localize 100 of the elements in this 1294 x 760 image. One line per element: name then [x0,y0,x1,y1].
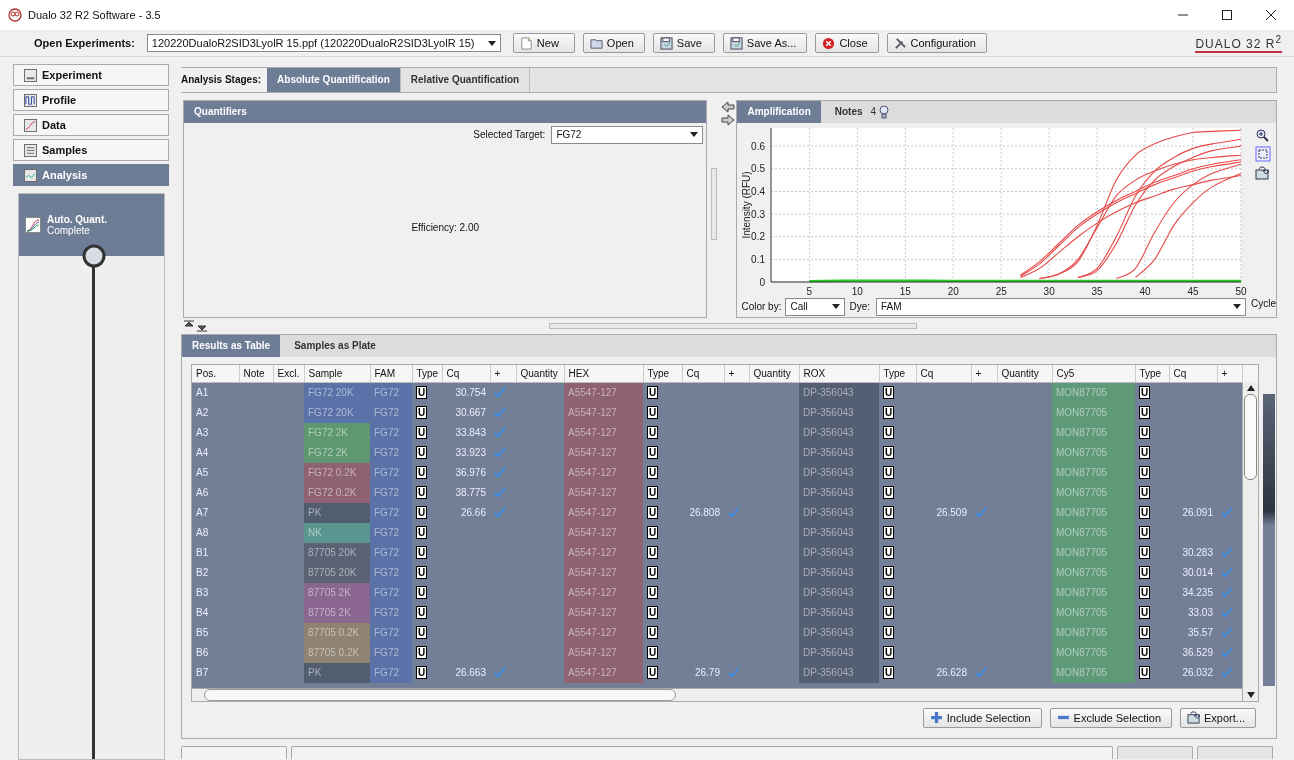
table-cell: FG72 [370,382,412,403]
table-cell: DP-356043 [799,542,879,563]
table-cell: MON87705 [1052,462,1135,483]
type-badge: U [647,426,659,440]
table-cell: A5547-127 [564,542,643,563]
type-badge: U [883,666,895,680]
table-cell: FG72 [370,462,412,483]
type-badge: U [1139,626,1151,640]
table-cell: 26.808 [689,507,720,519]
type-badge: U [647,566,659,580]
table-cell: DP-356043 [799,442,879,463]
table-cell: DP-356043 [799,642,879,663]
table-cell: DP-356043 [799,502,879,523]
type-badge: U [647,446,659,460]
type-badge: U [416,646,428,660]
stage-title: Auto. Quant. [47,214,107,225]
type-badge: U [1139,646,1151,660]
type-badge: U [883,646,895,660]
table-cell: FG72 20K [304,382,370,403]
table-cell: 34.235 [1182,587,1213,599]
axis-tick-label: 35 [1092,285,1104,297]
type-badge: U [883,626,895,640]
efficiency-text: Efficiency: 2.00 [411,221,479,233]
type-badge: U [416,486,428,500]
open-experiments-label: Open Experiments: [34,37,135,49]
type-badge: U [883,406,895,420]
analysis-stages-label: Analysis Stages: [181,68,268,92]
table-cell: 30.754 [455,387,486,399]
type-badge: U [416,506,428,520]
axis-tick-label: 0.5 [751,163,766,175]
table-cell: FG72 [370,602,412,623]
table-cell: MON87705 [1052,602,1135,623]
axis-tick-label: 20 [948,285,960,297]
table-cell-text: A2 [195,406,210,421]
table-cell: FG72 2K [304,442,370,463]
type-badge: U [1139,586,1151,600]
table-cell: 36.529 [1182,647,1213,659]
axis-tick-label: 5 [807,285,813,297]
table-cell: 87705 2K [304,602,370,623]
table-cell: A5547-127 [564,402,643,423]
table-cell: MON87705 [1052,582,1135,603]
type-badge: U [883,466,895,480]
type-badge: U [647,546,659,560]
table-cell-text: A5 [195,466,210,481]
type-badge: U [416,606,428,620]
table-cell: MON87705 [1052,402,1135,423]
table-cell: 33.923 [455,447,486,459]
table-cell: DP-356043 [799,402,879,423]
axis-tick-label: 45 [1187,285,1200,297]
table-cell: 30.014 [1182,567,1213,579]
axis-tick-label: 25 [996,285,1008,297]
type-badge: U [883,606,895,620]
axis-tick-label: 0.6 [751,140,766,152]
table-cell: A5547-127 [564,642,643,663]
table-cell: NK [304,522,370,543]
table-cell: 87705 20K [304,562,370,583]
type-badge: U [883,446,895,460]
table-cell: A5547-127 [564,422,643,443]
table-cell: A1 [192,382,239,403]
table-cell: DP-356043 [799,482,879,503]
logo: DUALO 32 R$^{2}$ [1195,33,1282,53]
type-badge: U [1139,426,1151,440]
type-badge: U [647,626,659,640]
type-badge: U [883,506,895,520]
table-cell-text: B6 [195,646,210,661]
type-badge: U [647,606,659,620]
table-cell: DP-356043 [799,382,879,403]
table-cell: 87705 20K [304,542,370,563]
dye-label: Dye: [849,301,870,313]
type-badge: U [416,446,428,460]
type-badge: U [416,666,428,680]
axis-tick-label: 0.4 [751,185,766,197]
table-cell-text: B2 [195,566,210,581]
type-badge: U [647,486,659,500]
table-cell: 87705 2K [304,582,370,603]
type-badge: U [647,386,659,400]
type-badge: U [647,506,659,520]
table-cell: MON87705 [1052,562,1135,583]
table-cell: 26.66 [460,507,486,519]
table-cell: MON87705 [1052,482,1135,503]
table-cell: FG72 [370,442,412,463]
table-cell: FG72 [370,522,412,543]
table-cell: DP-356043 [799,662,879,683]
type-badge: U [1139,606,1151,620]
table-cell: FG72 [370,582,412,603]
table-cell: DP-356043 [799,602,879,623]
table-cell: FG72 2K [304,422,370,443]
table-cell: 26.032 [1182,667,1213,679]
type-badge: U [647,406,659,420]
table-cell: 26.091 [1182,507,1213,519]
axis-tick-label: 30 [1044,285,1056,297]
table-cell-text: B7 [195,666,210,681]
table-cell: 36.976 [455,467,486,479]
table-cell: MON87705 [1052,502,1135,523]
type-badge: U [647,586,659,600]
table-cell: DP-356043 [799,622,879,643]
type-badge: U [883,526,895,540]
selected-target-label: Selected Target: [473,129,546,141]
table-cell: FG72 [370,482,412,503]
axis-title: Cycle [1251,297,1276,309]
